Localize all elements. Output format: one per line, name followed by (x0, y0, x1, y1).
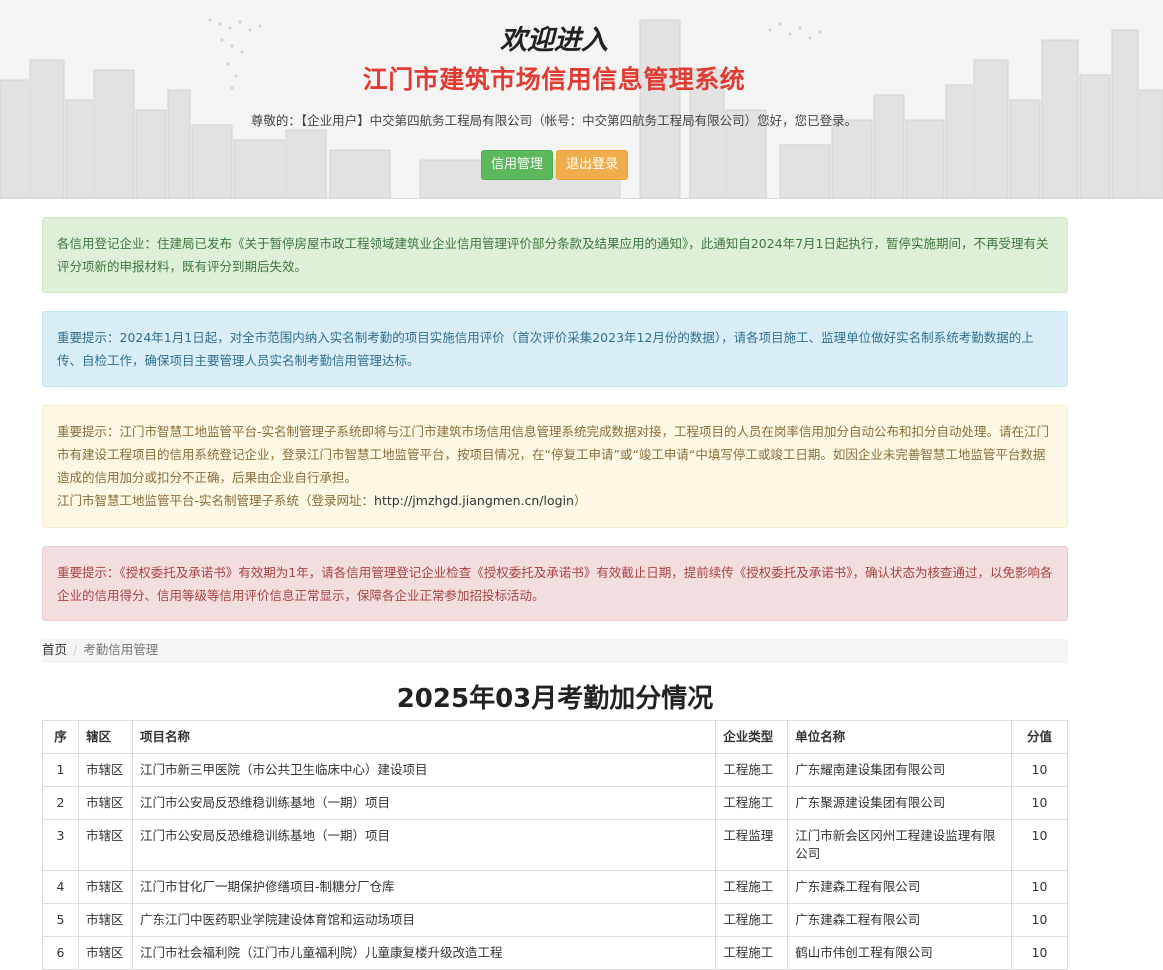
table-row: 3 市辖区 江门市公安局反恐维稳训练基地（一期）项目 工程监理 江门市新会区冈州… (42, 819, 1069, 871)
table-row: 6 市辖区 江门市社会福利院（江门市儿童福利院）儿童康复楼升级改造工程 工程施工… (42, 936, 1069, 970)
table-row: 2 市辖区 江门市公安局反恐维稳训练基地（一期）项目 工程施工 广东聚源建设集团… (42, 786, 1069, 820)
cell-index: 1 (42, 753, 79, 787)
col-header-company-name: 单位名称 (787, 720, 1012, 754)
breadcrumb-separator: / (73, 642, 78, 657)
table-header-row: 序 辖区 项目名称 企业类型 单位名称 分值 (42, 720, 1069, 754)
cell-index: 4 (42, 870, 79, 904)
notice-info: 重要提示：2024年1月1日起，对全市范围内纳入实名制考勤的项目实施信用评价（首… (42, 311, 1068, 387)
attendance-score-table: 序 辖区 项目名称 企业类型 单位名称 分值 1 市辖区 江门市新三甲医院（市公… (42, 720, 1069, 970)
cell-company-name: 广东建森工程有限公司 (787, 903, 1012, 937)
notice-warning-line2-prefix: 江门市智慧工地监管平台-实名制管理子系统（登录网址： (57, 493, 375, 508)
cell-company-type: 工程施工 (715, 753, 789, 787)
cell-company-name: 广东建森工程有限公司 (787, 870, 1012, 904)
breadcrumb-home-link[interactable]: 首页 (42, 642, 67, 657)
notice-warning-line2-suffix: ） (573, 493, 587, 508)
cell-district: 市辖区 (77, 903, 133, 937)
cell-project: 广东江门中医药职业学院建设体育馆和运动场项目 (131, 903, 717, 937)
notice-success: 各信用登记企业：住建局已发布《关于暂停房屋市政工程领域建筑业企业信用管理评价部分… (42, 217, 1068, 293)
col-header-index: 序 (42, 720, 79, 754)
page-title: 2025年03月考勤加分情况 (396, 684, 714, 714)
cell-company-type: 工程施工 (715, 786, 789, 820)
system-title: 江门市建筑市场信用信息管理系统 (362, 65, 746, 94)
credit-management-button[interactable]: 信用管理 (481, 150, 553, 180)
notice-info-text: 重要提示：2024年1月1日起，对全市范围内纳入实名制考勤的项目实施信用评价（首… (57, 330, 1034, 368)
cell-score: 10 (1010, 753, 1069, 787)
cell-project: 江门市公安局反恐维稳训练基地（一期）项目 (131, 786, 717, 820)
cell-score: 10 (1010, 870, 1069, 904)
breadcrumb: 首页 / 考勤信用管理 (42, 639, 1068, 663)
cell-company-name: 广东耀南建设集团有限公司 (787, 753, 1012, 787)
cell-index: 3 (42, 819, 79, 871)
cell-company-name: 鹤山市伟创工程有限公司 (787, 936, 1012, 970)
notice-warning-text: 重要提示：江门市智慧工地监管平台-实名制管理子系统即将与江门市建筑市场信用信息管… (57, 424, 1050, 485)
logout-button[interactable]: 退出登录 (556, 150, 628, 180)
breadcrumb-current: 考勤信用管理 (83, 642, 159, 657)
col-header-company-type: 企业类型 (715, 720, 789, 754)
notice-danger-text: 重要提示：《授权委托及承诺书》有效期为1年，请各信用管理登记企业检查《授权委托及… (57, 565, 1053, 603)
cell-project: 江门市公安局反恐维稳训练基地（一期）项目 (131, 819, 717, 871)
table-row: 4 市辖区 江门市甘化厂一期保护修缮项目-制糖分厂仓库 工程施工 广东建森工程有… (42, 870, 1069, 904)
cell-project: 江门市社会福利院（江门市儿童福利院）儿童康复楼升级改造工程 (131, 936, 717, 970)
cell-index: 5 (42, 903, 79, 937)
cell-district: 市辖区 (77, 753, 133, 787)
cell-score: 10 (1010, 819, 1069, 871)
table-row: 1 市辖区 江门市新三甲医院（市公共卫生临床中心）建设项目 工程施工 广东耀南建… (42, 753, 1069, 787)
notice-success-text: 各信用登记企业：住建局已发布《关于暂停房屋市政工程领域建筑业企业信用管理评价部分… (57, 236, 1049, 274)
cell-index: 2 (42, 786, 79, 820)
cell-company-type: 工程监理 (715, 819, 789, 871)
cell-company-type: 工程施工 (715, 936, 789, 970)
col-header-project: 项目名称 (131, 720, 717, 754)
cell-project: 江门市新三甲医院（市公共卫生临床中心）建设项目 (131, 753, 717, 787)
cell-project: 江门市甘化厂一期保护修缮项目-制糖分厂仓库 (131, 870, 717, 904)
col-header-district: 辖区 (77, 720, 133, 754)
table-row: 5 市辖区 广东江门中医药职业学院建设体育馆和运动场项目 工程施工 广东建森工程… (42, 903, 1069, 937)
notice-danger: 重要提示：《授权委托及承诺书》有效期为1年，请各信用管理登记企业检查《授权委托及… (42, 546, 1068, 621)
login-greeting: 尊敬的：【企业用户】中交第四航务工程局有限公司（帐号：中交第四航务工程局有限公司… (250, 113, 858, 128)
cell-district: 市辖区 (77, 936, 133, 970)
cell-district: 市辖区 (77, 870, 133, 904)
cell-company-type: 工程施工 (715, 903, 789, 937)
cell-company-type: 工程施工 (715, 870, 789, 904)
cell-score: 10 (1010, 903, 1069, 937)
cell-score: 10 (1010, 936, 1069, 970)
login-url-link[interactable]: http://jmzhgd.jiangmen.cn/login (374, 493, 574, 508)
notice-warning: 重要提示：江门市智慧工地监管平台-实名制管理子系统即将与江门市建筑市场信用信息管… (42, 405, 1068, 528)
col-header-score: 分值 (1010, 720, 1069, 754)
header-banner: 欢迎进入 江门市建筑市场信用信息管理系统 尊敬的：【企业用户】中交第四航务工程局… (0, 0, 1163, 199)
cell-company-name: 江门市新会区冈州工程建设监理有限公司 (787, 819, 1012, 871)
cell-district: 市辖区 (77, 786, 133, 820)
cell-score: 10 (1010, 786, 1069, 820)
cell-index: 6 (42, 936, 79, 970)
cell-district: 市辖区 (77, 819, 133, 871)
welcome-heading: 欢迎进入 (500, 25, 608, 56)
cell-company-name: 广东聚源建设集团有限公司 (787, 786, 1012, 820)
